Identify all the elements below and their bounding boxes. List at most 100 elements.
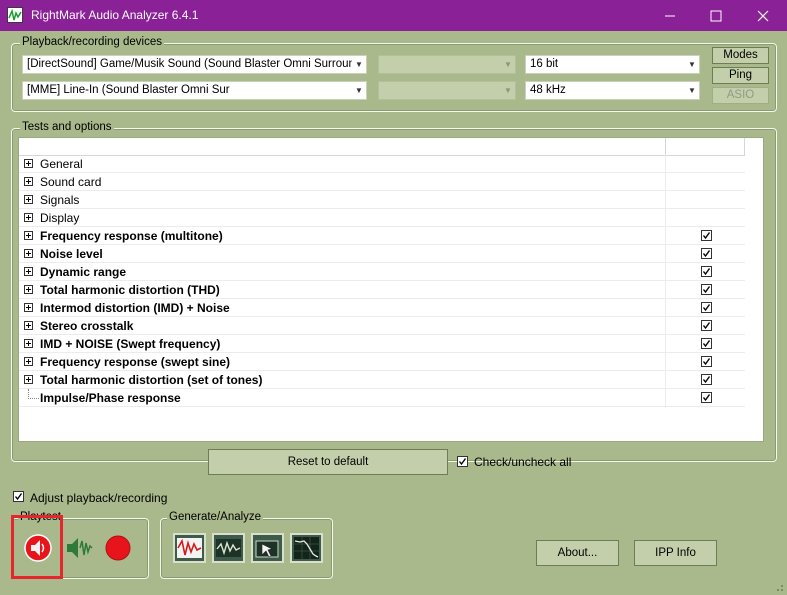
test-row-checkbox[interactable]	[701, 266, 712, 277]
column-divider	[665, 299, 666, 317]
playback-format-select: ▼	[378, 55, 516, 74]
test-row-checkbox[interactable]	[701, 248, 712, 259]
test-row-label: Impulse/Phase response	[40, 391, 181, 405]
expand-plus-icon[interactable]	[24, 357, 33, 366]
expand-plus-icon[interactable]	[24, 321, 33, 330]
test-row[interactable]: Intermod distortion (IMD) + Noise	[19, 299, 745, 317]
test-row-checkbox[interactable]	[701, 392, 712, 403]
test-row-label: Intermod distortion (IMD) + Noise	[40, 301, 230, 315]
minimize-icon	[665, 15, 675, 17]
ipp-info-button[interactable]: IPP Info	[634, 540, 717, 566]
test-row[interactable]: Frequency response (swept sine)	[19, 353, 745, 371]
test-row[interactable]: Total harmonic distortion (set of tones)	[19, 371, 745, 389]
devices-group: Playback/recording devices	[11, 36, 777, 112]
sample-rate-value: 48 kHz	[530, 84, 566, 96]
maximize-button[interactable]	[693, 0, 739, 31]
test-row-checkbox[interactable]	[701, 230, 712, 241]
test-row-label: Sound card	[40, 175, 102, 189]
expand-plus-icon[interactable]	[24, 375, 33, 384]
recording-format-select: ▼	[378, 81, 516, 100]
checkmark-icon	[458, 458, 467, 466]
title-bar[interactable]: RightMark Audio Analyzer 6.4.1	[0, 0, 787, 31]
reset-to-default-button[interactable]: Reset to default	[208, 449, 448, 475]
minimize-button[interactable]	[647, 0, 693, 31]
playtest-record-button[interactable]	[102, 533, 135, 563]
test-row[interactable]: Frequency response (multitone)	[19, 227, 745, 245]
generate-button[interactable]	[173, 533, 206, 563]
expand-plus-icon[interactable]	[24, 213, 33, 222]
test-row[interactable]: Noise level	[19, 245, 745, 263]
column-divider	[665, 335, 666, 353]
playback-device-value: [DirectSound] Game/Musik Sound (Sound Bl…	[27, 58, 367, 70]
expand-plus-icon[interactable]	[24, 159, 33, 168]
playback-device-select[interactable]: [DirectSound] Game/Musik Sound (Sound Bl…	[22, 55, 367, 74]
chevron-down-icon: ▼	[685, 82, 699, 99]
chevron-down-icon: ▼	[501, 56, 515, 73]
expand-plus-icon[interactable]	[24, 249, 33, 258]
tests-list-header-check-column	[665, 138, 745, 155]
recording-device-select[interactable]: [MME] Line-In (Sound Blaster Omni Sur ▼	[22, 81, 367, 100]
expand-plus-icon[interactable]	[24, 195, 33, 204]
test-row-checkbox[interactable]	[701, 320, 712, 331]
test-row[interactable]: Display	[19, 209, 745, 227]
test-row[interactable]: Impulse/Phase response	[19, 389, 745, 407]
checkmark-icon	[702, 376, 711, 384]
check-uncheck-all-checkbox[interactable]	[457, 456, 468, 467]
test-row[interactable]: General	[19, 155, 745, 173]
test-row[interactable]: Sound card	[19, 173, 745, 191]
checkmark-icon	[702, 232, 711, 240]
test-row[interactable]: Dynamic range	[19, 263, 745, 281]
bit-depth-value: 16 bit	[530, 58, 559, 70]
recording-device-value: [MME] Line-In (Sound Blaster Omni Sur	[27, 84, 230, 96]
chevron-down-icon: ▼	[685, 56, 699, 73]
test-row-checkbox[interactable]	[701, 284, 712, 295]
expand-plus-icon[interactable]	[24, 177, 33, 186]
close-button[interactable]	[740, 0, 786, 31]
generate-waveform-icon	[177, 538, 202, 558]
window-title: RightMark Audio Analyzer 6.4.1	[31, 8, 199, 22]
test-row-checkbox[interactable]	[701, 374, 712, 385]
spectrum-button[interactable]	[290, 533, 323, 563]
column-divider	[665, 227, 666, 245]
test-row-checkbox[interactable]	[701, 338, 712, 349]
test-row[interactable]: Stereo crosstalk	[19, 317, 745, 335]
playtest-speaker-wave-button[interactable]	[63, 533, 96, 563]
expand-plus-icon[interactable]	[24, 267, 33, 276]
maximize-icon	[710, 10, 722, 22]
test-row[interactable]: IMD + NOISE (Swept frequency)	[19, 335, 745, 353]
spectrum-icon	[294, 537, 319, 559]
expand-plus-icon[interactable]	[24, 303, 33, 312]
generate-analyze-group-label: Generate/Analyze	[167, 511, 264, 523]
test-row-label: Display	[40, 211, 80, 225]
test-row[interactable]: Total harmonic distortion (THD)	[19, 281, 745, 299]
analyze-button[interactable]	[212, 533, 245, 563]
test-row-label: Frequency response (swept sine)	[40, 355, 231, 369]
column-divider	[665, 263, 666, 281]
test-row[interactable]: Signals	[19, 191, 745, 209]
resize-grip-icon[interactable]	[772, 580, 784, 592]
column-divider	[665, 353, 666, 371]
tests-list[interactable]: General Sound card Signals Display Frequency…	[18, 137, 764, 442]
ping-button[interactable]: Ping	[712, 67, 769, 84]
checkmark-icon	[702, 268, 711, 276]
about-button[interactable]: About...	[536, 540, 619, 566]
modes-button[interactable]: Modes	[712, 47, 769, 64]
sample-rate-select[interactable]: 48 kHz ▼	[525, 81, 700, 100]
expand-plus-icon[interactable]	[24, 339, 33, 348]
checkmark-icon	[702, 358, 711, 366]
test-row-label: Noise level	[40, 247, 103, 261]
adjust-playback-label: Adjust playback/recording	[30, 491, 168, 505]
column-divider	[665, 173, 666, 191]
expand-plus-icon[interactable]	[24, 231, 33, 240]
column-divider	[665, 389, 666, 407]
checkmark-icon	[14, 493, 23, 501]
open-file-button[interactable]	[251, 533, 284, 563]
column-divider	[665, 371, 666, 389]
asio-button: ASIO	[712, 87, 769, 104]
expand-plus-icon[interactable]	[24, 285, 33, 294]
adjust-playback-checkbox[interactable]	[13, 491, 24, 502]
bit-depth-select[interactable]: 16 bit ▼	[525, 55, 700, 74]
test-row-checkbox[interactable]	[701, 302, 712, 313]
checkmark-icon	[702, 340, 711, 348]
test-row-checkbox[interactable]	[701, 356, 712, 367]
